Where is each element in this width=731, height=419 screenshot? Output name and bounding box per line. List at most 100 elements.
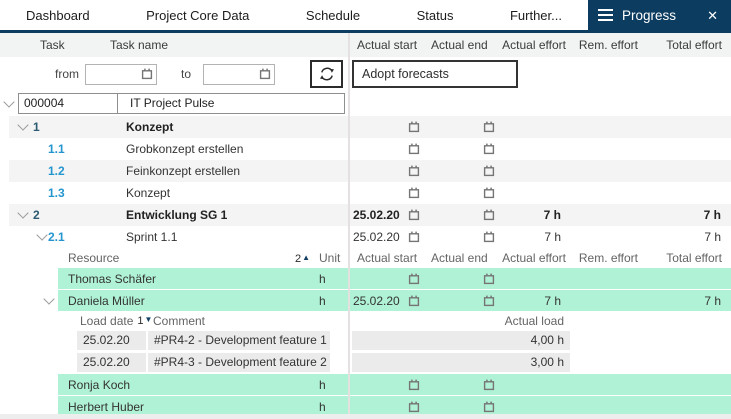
calendar-icon[interactable] xyxy=(408,209,420,221)
calendar-icon[interactable] xyxy=(483,209,495,221)
load-date-cell[interactable]: 25.02.20 xyxy=(77,353,146,372)
refresh-button[interactable] xyxy=(310,60,343,88)
column-header-total-effort[interactable]: Total effort xyxy=(640,33,731,57)
load-date-cell[interactable]: 25.02.20 xyxy=(77,331,146,350)
tab-progress-label: Progress xyxy=(622,8,676,23)
calendar-icon[interactable] xyxy=(259,68,271,80)
task-number-link[interactable]: 2 xyxy=(33,204,40,226)
resource-header-row: Resource 2▲ Unit Actual start Actual end… xyxy=(0,248,731,268)
column-header-resource[interactable]: Resource xyxy=(68,248,119,268)
menu-icon[interactable] xyxy=(598,9,613,21)
sort-indicator[interactable]: 2▲ xyxy=(260,248,310,268)
actual-effort-value: 7 h xyxy=(544,290,561,312)
column-header-actual-end[interactable]: Actual end xyxy=(424,33,498,57)
calendar-icon[interactable] xyxy=(483,379,495,391)
calendar-icon[interactable] xyxy=(408,231,420,243)
task-number-link[interactable]: 1.1 xyxy=(48,138,65,160)
column-header-actual-effort[interactable]: Actual effort xyxy=(498,248,568,268)
calendar-icon[interactable] xyxy=(483,273,495,285)
task-values xyxy=(348,182,731,204)
actual-effort-value: 7 h xyxy=(544,204,561,226)
close-icon[interactable]: ✕ xyxy=(707,9,718,22)
actual-start-value: 25.02.20 xyxy=(353,204,400,226)
pane-divider xyxy=(348,33,350,419)
calendar-icon[interactable] xyxy=(141,68,153,80)
tab-status[interactable]: Status xyxy=(417,8,454,23)
calendar-icon[interactable] xyxy=(408,401,420,413)
task-name: Sprint 1.1 xyxy=(126,226,177,248)
project-name-field[interactable]: IT Project Pulse xyxy=(117,93,345,114)
column-header-task[interactable]: Task xyxy=(40,33,65,57)
calendar-icon[interactable] xyxy=(408,143,420,155)
column-header-actual-start[interactable]: Actual start xyxy=(348,33,424,57)
resource-row: Thomas Schäfer h xyxy=(0,268,731,290)
load-comment-cell[interactable]: #PR4-3 - Development feature 2 - xyxy=(148,353,330,372)
column-header-rem-effort[interactable]: Rem. effort xyxy=(568,33,640,57)
from-label: from xyxy=(55,57,79,92)
column-header-task-name[interactable]: Task name xyxy=(110,33,168,57)
calendar-icon[interactable] xyxy=(408,379,420,391)
sort-desc-icon: ▼ xyxy=(145,311,153,329)
chevron-down-icon[interactable] xyxy=(43,293,54,304)
total-effort-value: 7 h xyxy=(704,290,721,312)
task-number-link[interactable]: 1.2 xyxy=(48,160,65,182)
tab-schedule[interactable]: Schedule xyxy=(306,8,360,23)
column-header-actual-load[interactable]: Actual load xyxy=(352,312,564,330)
project-id-field[interactable]: 000004 xyxy=(18,93,118,114)
column-header-actual-start[interactable]: Actual start xyxy=(348,248,424,268)
calendar-icon[interactable] xyxy=(483,187,495,199)
adopt-forecasts-button[interactable]: Adopt forecasts xyxy=(352,60,518,88)
calendar-icon[interactable] xyxy=(408,273,420,285)
chevron-down-icon[interactable] xyxy=(3,96,14,107)
column-header-load-date[interactable]: Load date1▼ xyxy=(80,312,152,330)
resource-header-right: Actual start Actual end Actual effort Re… xyxy=(348,248,731,268)
load-row: 25.02.20 #PR4-3 - Development feature 2 … xyxy=(0,352,731,374)
calendar-icon[interactable] xyxy=(483,231,495,243)
column-header-unit[interactable]: Unit xyxy=(319,248,340,268)
task-values xyxy=(348,160,731,182)
task-name: Entwicklung SG 1 xyxy=(126,204,227,226)
chevron-down-icon[interactable] xyxy=(17,119,28,130)
task-values xyxy=(348,116,731,138)
calendar-icon[interactable] xyxy=(483,121,495,133)
column-header-total-effort[interactable]: Total effort xyxy=(640,248,731,268)
resource-row: Daniela Müller h 25.02.20 7 h 7 h xyxy=(0,290,731,312)
resource-name: Daniela Müller xyxy=(68,290,145,311)
tab-further[interactable]: Further... xyxy=(510,8,562,23)
unit-value: h xyxy=(319,268,326,289)
calendar-icon[interactable] xyxy=(408,187,420,199)
bottom-strip xyxy=(0,414,731,419)
column-header-actual-effort[interactable]: Actual effort xyxy=(498,33,568,57)
task-values: 25.02.20 7 h 7 h xyxy=(348,204,731,226)
tab-progress[interactable]: Progress ✕ xyxy=(588,0,731,33)
task-number-link[interactable]: 1 xyxy=(33,116,40,138)
task-number-link[interactable]: 2.1 xyxy=(48,226,65,248)
calendar-icon[interactable] xyxy=(483,401,495,413)
resource-values xyxy=(348,374,731,395)
tab-project-core-data[interactable]: Project Core Data xyxy=(146,8,249,23)
task-number-link[interactable]: 1.3 xyxy=(48,182,65,204)
task-row: 1.1 Grobkonzept erstellen xyxy=(0,138,731,160)
actual-load-cell[interactable]: 4,00 h xyxy=(352,331,570,350)
unit-value: h xyxy=(319,290,326,311)
calendar-icon[interactable] xyxy=(408,295,420,307)
resource-name: Thomas Schäfer xyxy=(68,268,156,289)
task-name: Konzept xyxy=(126,116,173,138)
column-header-actual-end[interactable]: Actual end xyxy=(424,248,498,268)
from-date-field-wrap xyxy=(85,64,157,85)
chevron-down-icon[interactable] xyxy=(36,229,47,240)
task-values: 25.02.20 7 h 7 h xyxy=(348,226,731,248)
chevron-down-icon[interactable] xyxy=(17,207,28,218)
calendar-icon[interactable] xyxy=(408,121,420,133)
column-header-comment[interactable]: Comment xyxy=(153,312,205,330)
tab-dashboard[interactable]: Dashboard xyxy=(26,8,90,23)
calendar-icon[interactable] xyxy=(483,165,495,177)
task-row: 2 Entwicklung SG 1 25.02.20 7 h 7 h xyxy=(0,204,731,226)
actual-load-cell[interactable]: 3,00 h xyxy=(352,353,570,372)
calendar-icon[interactable] xyxy=(483,143,495,155)
calendar-icon[interactable] xyxy=(408,165,420,177)
column-header-rem-effort[interactable]: Rem. effort xyxy=(568,248,640,268)
sort-asc-icon: ▲ xyxy=(302,248,310,268)
load-comment-cell[interactable]: #PR4-2 - Development feature 1 - xyxy=(148,331,330,350)
calendar-icon[interactable] xyxy=(483,295,495,307)
